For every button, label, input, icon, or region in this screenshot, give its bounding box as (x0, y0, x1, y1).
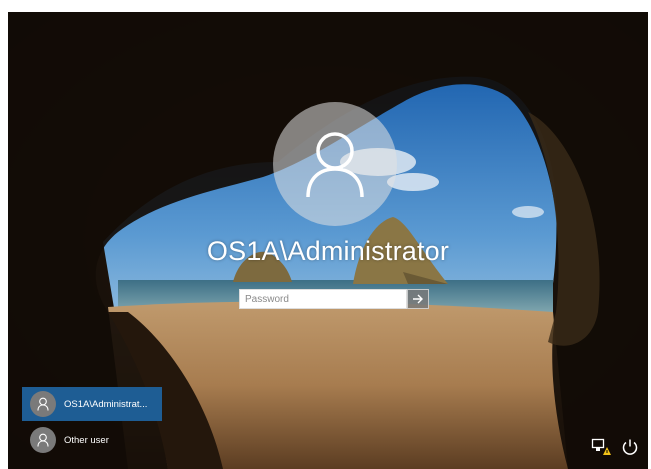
lock-screen: OS1A\Administrator OS1A\Administrat... O… (8, 12, 648, 469)
password-input[interactable] (239, 289, 407, 309)
user-list: OS1A\Administrat... Other user (22, 387, 162, 459)
network-button[interactable] (590, 436, 612, 458)
username-title: OS1A\Administrator (206, 236, 450, 266)
power-button[interactable] (619, 436, 641, 458)
user-item-administrator[interactable]: OS1A\Administrat... (22, 387, 162, 421)
power-icon (622, 439, 638, 455)
user-avatar (273, 102, 397, 226)
user-item-label: OS1A\Administrat... (64, 398, 148, 410)
user-item-other-user[interactable]: Other user (22, 423, 162, 457)
password-row (239, 289, 429, 309)
user-avatar-small (30, 391, 56, 417)
user-item-label: Other user (64, 434, 109, 446)
arrow-right-icon (413, 294, 423, 304)
user-icon (37, 397, 49, 411)
network-warning-icon (591, 438, 611, 455)
submit-arrow-button[interactable] (407, 289, 429, 309)
user-avatar-small (30, 427, 56, 453)
user-icon (37, 433, 49, 447)
user-icon (306, 132, 364, 198)
